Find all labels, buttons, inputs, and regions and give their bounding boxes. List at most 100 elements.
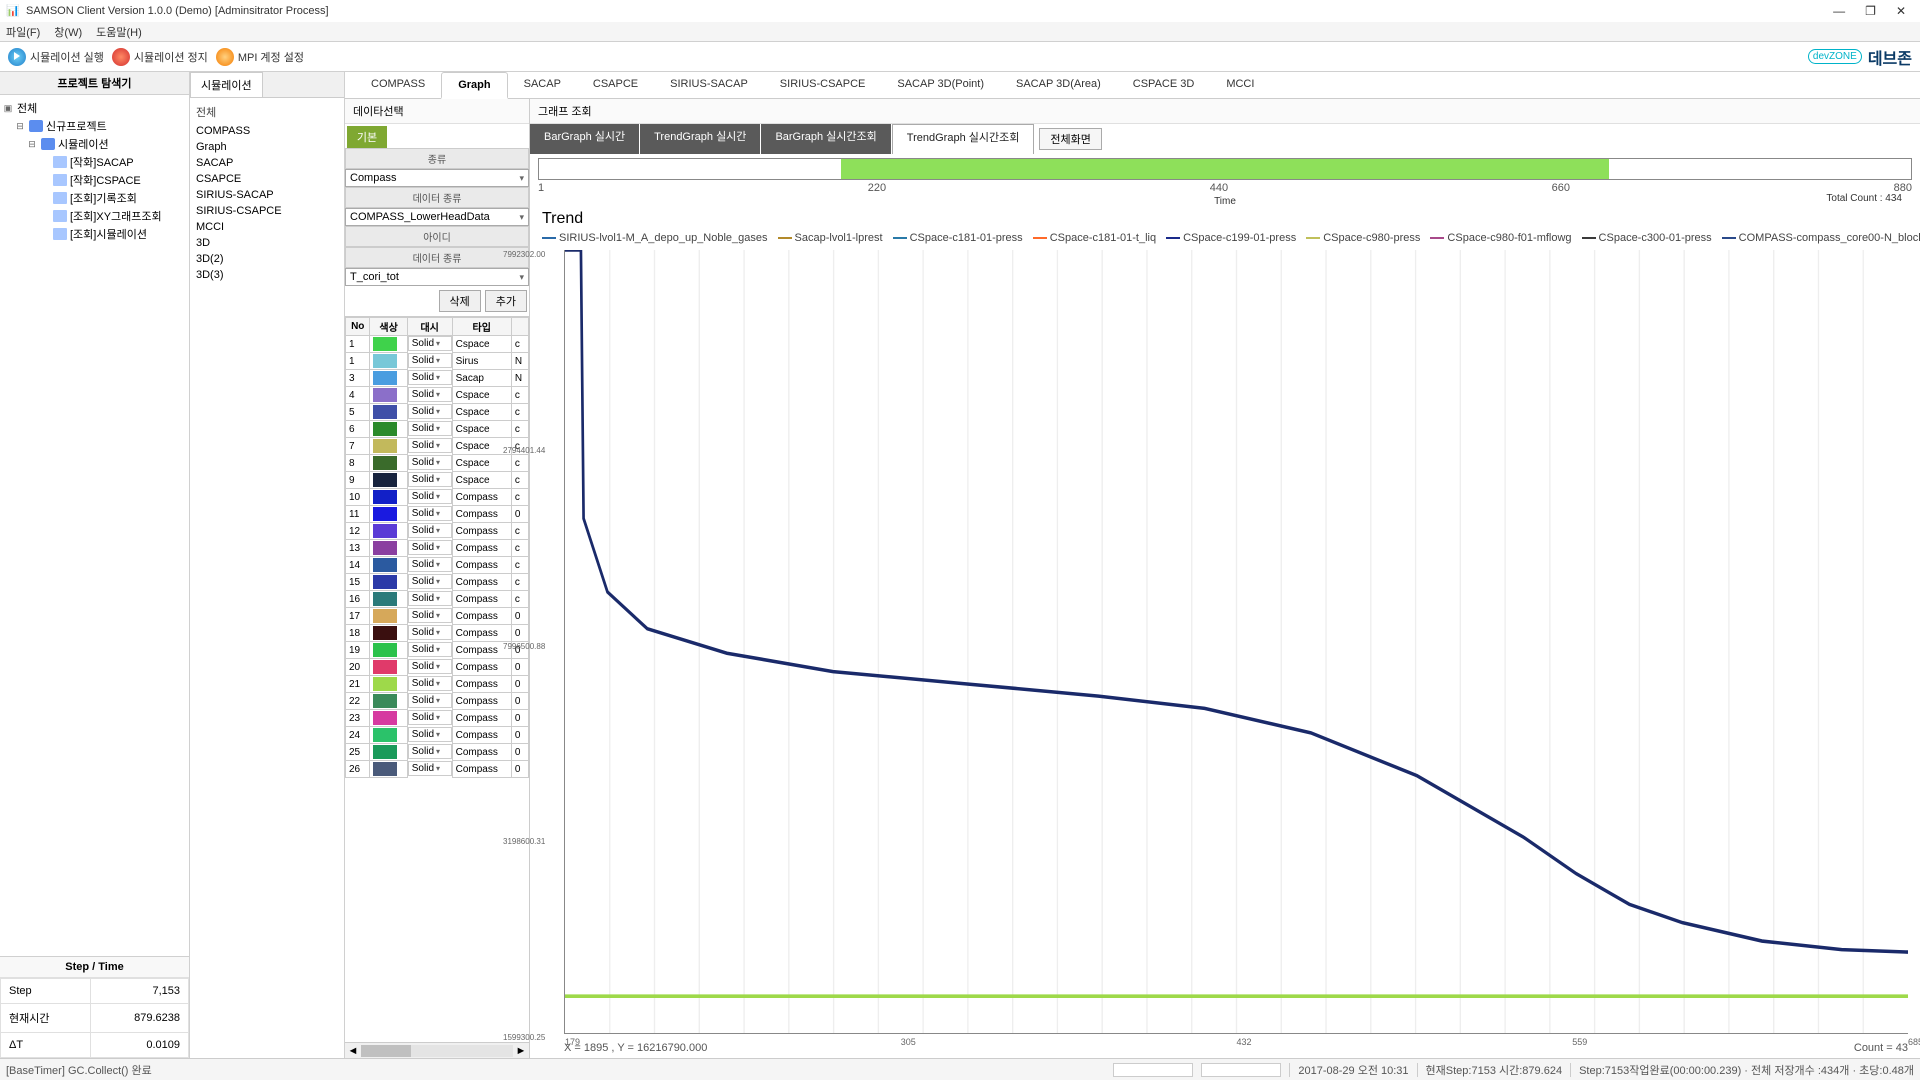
menu-help[interactable]: 도움말(H): [96, 24, 142, 40]
series-table[interactable]: No색상대시타입1SolidCspacec1SolidSirusN3SolidS…: [345, 316, 529, 1042]
table-row[interactable]: 9SolidCspacec: [346, 472, 529, 489]
ds-select-kind[interactable]: Compass: [345, 169, 529, 187]
tab-simulation[interactable]: 시뮬레이션: [190, 72, 263, 97]
graph-sub-tabs: BarGraph 실시간TrendGraph 실시간BarGraph 실시간조회…: [530, 124, 1035, 154]
step-label: 현재시간: [1, 1004, 91, 1033]
module-tabs: COMPASSGraphSACAPCSAPCESIRIUS-SACAPSIRIU…: [345, 72, 1920, 99]
mpi-button[interactable]: MPI 계정 설정: [216, 48, 304, 66]
mid-list-item[interactable]: SIRIUS-SACAP: [196, 188, 338, 202]
sim-tab-strip: 시뮬레이션: [190, 72, 344, 98]
mid-list-item[interactable]: Graph: [196, 140, 338, 154]
tree-node[interactable]: [조회]XY그래프조회: [2, 207, 187, 225]
maximize-icon[interactable]: ❐: [1865, 4, 1876, 18]
tree-node[interactable]: [작화]CSPACE: [2, 171, 187, 189]
table-row[interactable]: 12SolidCompassc: [346, 523, 529, 540]
module-tab[interactable]: COMPASS: [355, 72, 441, 98]
trend-chart[interactable]: 7992302.002794401.447996500.883198600.31…: [564, 250, 1908, 1034]
module-tab[interactable]: SIRIUS-CSAPCE: [764, 72, 882, 98]
table-row[interactable]: 24SolidCompass0: [346, 727, 529, 744]
mid-list-item[interactable]: COMPASS: [196, 124, 338, 138]
menu-file[interactable]: 파일(F): [6, 24, 40, 40]
mid-list-item[interactable]: SACAP: [196, 156, 338, 170]
table-row[interactable]: 1SolidCspacec: [346, 336, 529, 353]
add-button[interactable]: 추가: [485, 290, 527, 312]
step-value: 879.6238: [90, 1004, 188, 1033]
table-row[interactable]: 20SolidCompass0: [346, 659, 529, 676]
ds-label-datakind2: 데이터 종류: [345, 247, 529, 268]
tree-simulation[interactable]: ⊟시뮬레이션: [2, 135, 187, 153]
scroll-right-icon[interactable]: ►: [513, 1045, 529, 1057]
project-explorer-header: 프로젝트 탐색기: [0, 72, 189, 95]
table-row[interactable]: 26SolidCompass0: [346, 761, 529, 778]
ds-select-datakind2[interactable]: T_cori_tot: [345, 268, 529, 286]
module-tab[interactable]: CSAPCE: [577, 72, 654, 98]
project-tree[interactable]: ▣전체 ⊟신규프로젝트 ⊟시뮬레이션 [작화]SACAP[작화]CSPACE[조…: [0, 95, 189, 956]
module-tab[interactable]: Graph: [441, 72, 507, 99]
module-tab[interactable]: SACAP: [508, 72, 577, 98]
graph-sub-tab[interactable]: BarGraph 실시간조회: [761, 124, 890, 154]
series-hscroll[interactable]: ◄ ►: [345, 1042, 529, 1058]
table-row[interactable]: 25SolidCompass0: [346, 744, 529, 761]
close-icon[interactable]: ✕: [1896, 4, 1906, 18]
module-tab[interactable]: CSPACE 3D: [1117, 72, 1211, 98]
module-tab[interactable]: SIRIUS-SACAP: [654, 72, 764, 98]
menu-window[interactable]: 창(W): [54, 24, 82, 40]
status-box-1: [1113, 1063, 1193, 1077]
table-row[interactable]: 17SolidCompass0: [346, 608, 529, 625]
graph-sub-tab[interactable]: TrendGraph 실시간조회: [892, 124, 1035, 154]
mid-list-item[interactable]: 3D(3): [196, 268, 338, 282]
table-row[interactable]: 13SolidCompassc: [346, 540, 529, 557]
table-row[interactable]: 15SolidCompassc: [346, 574, 529, 591]
minimize-icon[interactable]: —: [1833, 4, 1845, 18]
stop-button[interactable]: 시뮬레이션 정지: [112, 48, 208, 66]
table-row[interactable]: 10SolidCompassc: [346, 489, 529, 506]
graph-sub-tab[interactable]: TrendGraph 실시간: [640, 124, 760, 154]
mid-root-label[interactable]: 전체: [196, 102, 338, 122]
table-row[interactable]: 7SolidCspacec: [346, 438, 529, 455]
tree-node[interactable]: [조회]시뮬레이션: [2, 225, 187, 243]
step-time-panel: Step / Time Step7,153현재시간879.6238ΔT0.010…: [0, 956, 189, 1058]
table-row[interactable]: 5SolidCspacec: [346, 404, 529, 421]
tree-node[interactable]: [조회]기록조회: [2, 189, 187, 207]
status-box-2: [1201, 1063, 1281, 1077]
scroll-left-icon[interactable]: ◄: [345, 1045, 361, 1057]
table-row[interactable]: 1SolidSirusN: [346, 353, 529, 370]
fullscreen-button[interactable]: 전체화면: [1039, 128, 1101, 150]
count-readout: Count = 43: [1854, 1042, 1908, 1054]
module-tab[interactable]: SACAP 3D(Area): [1000, 72, 1117, 98]
delete-button[interactable]: 삭제: [439, 290, 481, 312]
graph-sub-tab[interactable]: BarGraph 실시간: [530, 124, 639, 154]
step-value: 0.0109: [90, 1033, 188, 1058]
menu-bar: 파일(F) 창(W) 도움말(H): [0, 22, 1920, 42]
table-row[interactable]: 22SolidCompass0: [346, 693, 529, 710]
tree-node[interactable]: [작화]SACAP: [2, 153, 187, 171]
ds-select-datakind1[interactable]: COMPASS_LowerHeadData: [345, 208, 529, 226]
table-row[interactable]: 6SolidCspacec: [346, 421, 529, 438]
status-time: 2017-08-29 오전 10:31: [1298, 1062, 1408, 1078]
table-row[interactable]: 11SolidCompass0: [346, 506, 529, 523]
table-row[interactable]: 21SolidCompass0: [346, 676, 529, 693]
table-row[interactable]: 18SolidCompass0: [346, 625, 529, 642]
mid-list-item[interactable]: MCCI: [196, 220, 338, 234]
mid-list-item[interactable]: CSAPCE: [196, 172, 338, 186]
mid-list-item[interactable]: 3D(2): [196, 252, 338, 266]
time-range-bar[interactable]: [538, 158, 1912, 180]
table-row[interactable]: 4SolidCspacec: [346, 387, 529, 404]
table-row[interactable]: 14SolidCompassc: [346, 557, 529, 574]
table-row[interactable]: 8SolidCspacec: [346, 455, 529, 472]
tree-new-project[interactable]: ⊟신규프로젝트: [2, 117, 187, 135]
play-icon: [8, 48, 26, 66]
data-select-tab-basic[interactable]: 기본: [347, 126, 387, 148]
table-row[interactable]: 16SolidCompassc: [346, 591, 529, 608]
table-row[interactable]: 3SolidSacapN: [346, 370, 529, 387]
mid-list-item[interactable]: SIRIUS-CSAPCE: [196, 204, 338, 218]
module-tab[interactable]: MCCI: [1210, 72, 1270, 98]
table-row[interactable]: 23SolidCompass0: [346, 710, 529, 727]
module-tab[interactable]: SACAP 3D(Point): [881, 72, 1000, 98]
mid-list-item[interactable]: 3D: [196, 236, 338, 250]
run-button[interactable]: 시뮬레이션 실행: [8, 48, 104, 66]
step-label: ΔT: [1, 1033, 91, 1058]
table-row[interactable]: 19SolidCompass0: [346, 642, 529, 659]
tree-root[interactable]: ▣전체: [2, 99, 187, 117]
ds-label-id: 아이디: [345, 226, 529, 247]
